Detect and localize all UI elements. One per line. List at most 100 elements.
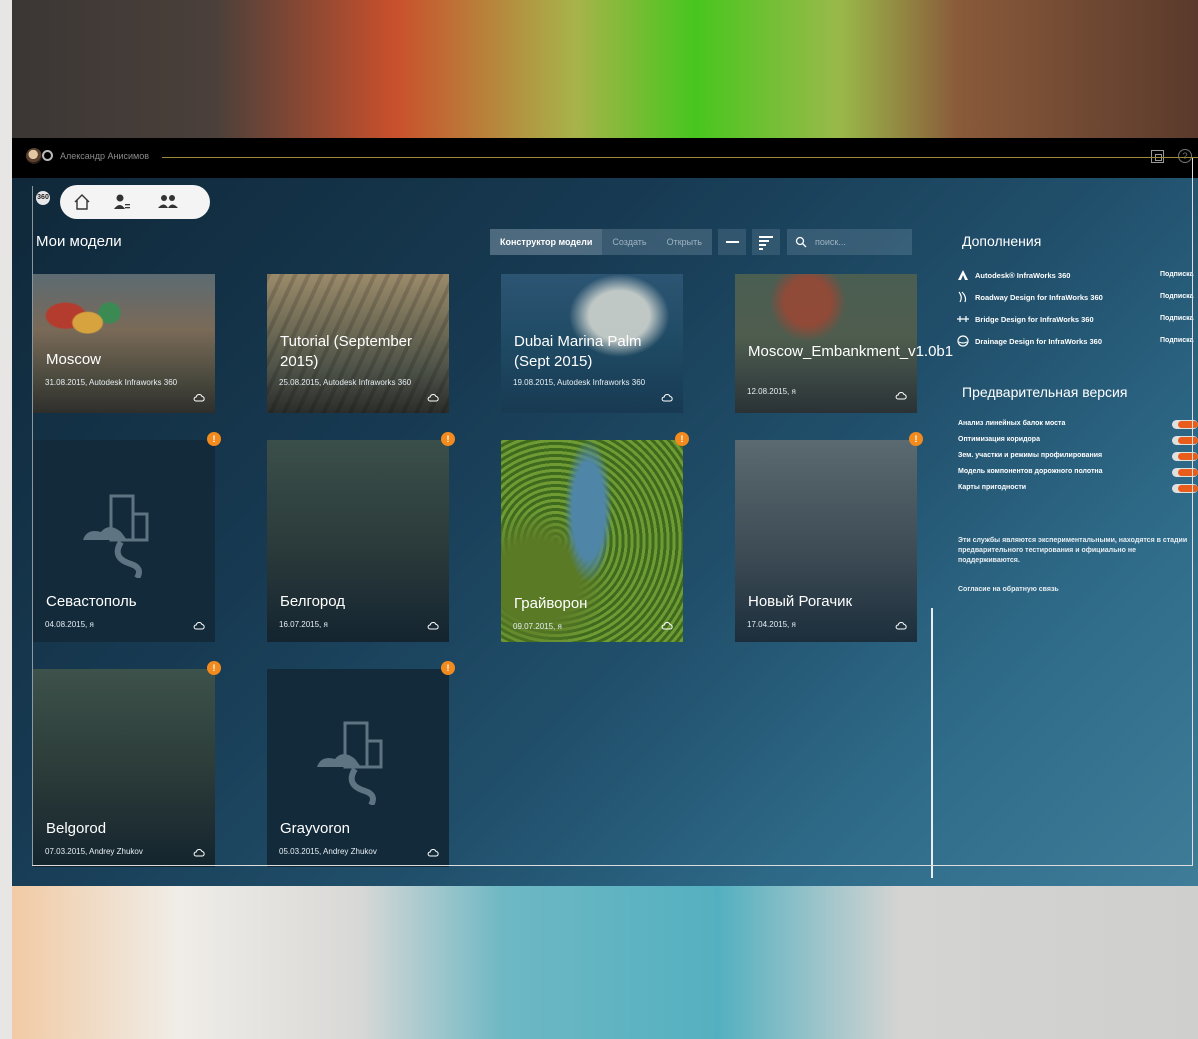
warning-badge[interactable]: !	[675, 432, 689, 446]
warning-badge[interactable]: !	[441, 432, 455, 446]
model-card-belgorod-ru[interactable]: Белгород 16.07.2015, я !	[267, 432, 455, 642]
selection-outline-right	[1192, 158, 1193, 866]
preview-toggle-corridor[interactable]	[1172, 436, 1198, 445]
search-input[interactable]: поиск...	[787, 229, 912, 255]
help-icon[interactable]: ?	[1178, 149, 1192, 163]
open-button[interactable]: Открыть	[656, 229, 712, 255]
preview-toggle-roadway-components[interactable]	[1172, 468, 1198, 477]
addon-label: Autodesk® InfraWorks 360	[975, 271, 1071, 280]
background-top	[0, 0, 1198, 140]
model-name: Tutorial (September 2015)	[280, 333, 412, 370]
model-card-novy-rogachik[interactable]: Новый Рогачик 17.04.2015, я !	[735, 432, 923, 642]
model-card-belgorod[interactable]: Belgorod 07.03.2015, Andrey Zhukov !	[33, 661, 221, 867]
model-meta: 16.07.2015, я	[279, 620, 328, 629]
drainage-icon	[957, 335, 969, 347]
model-name: Grayvoron	[280, 820, 351, 837]
user-settings-icon	[114, 194, 130, 209]
selection-outline-bottom	[32, 865, 1193, 866]
panel-divider	[931, 608, 933, 878]
warning-badge[interactable]: !	[207, 661, 221, 675]
preview-toggle-grading[interactable]	[1172, 452, 1198, 461]
infraworks-window: Александр Анисимов ? 360 Мои модели Конс…	[12, 138, 1198, 886]
model-meta: 31.08.2015, Autodesk Infraworks 360	[45, 378, 178, 387]
model-name: Moscow_Embankment_v1.0b1	[748, 343, 954, 360]
my-models-title: Мои модели	[36, 233, 122, 250]
preview-note: Эти службы являются экспериментальными, …	[958, 537, 1188, 564]
user-name[interactable]: Александр Анисимов	[60, 151, 149, 161]
model-name: Севастополь	[46, 593, 137, 610]
preview-item-corridor: Оптимизация коридора	[958, 436, 1040, 443]
road-icon	[958, 291, 967, 303]
warning-badge[interactable]: !	[441, 661, 455, 675]
model-meta: 09.07.2015, я	[513, 622, 562, 631]
preview-item-bridge-beams: Анализ линейных балок моста	[958, 420, 1066, 427]
team-button[interactable]	[156, 191, 180, 213]
bridge-icon	[957, 316, 969, 322]
preview-toggle-bridge-beams[interactable]	[1172, 420, 1198, 429]
model-toolbar: Конструктор модели Создать Открыть	[490, 229, 780, 255]
model-card-moscow[interactable]: Moscow 31.08.2015, Autodesk Infraworks 3…	[33, 274, 215, 413]
model-meta: 04.08.2015, я	[45, 620, 94, 629]
model-meta: 07.03.2015, Andrey Zhukov	[45, 847, 143, 856]
team-icon	[158, 195, 178, 208]
warning-badge[interactable]: !	[207, 432, 221, 446]
model-name: Dubai Marina Palm (Sept 2015)	[514, 333, 642, 370]
feedback-link[interactable]: Согласие на обратную связь	[958, 586, 1059, 593]
cloud-icon	[193, 621, 205, 630]
preview-item-suitability-maps: Карты пригодности	[958, 484, 1027, 491]
autodesk-logo-icon	[958, 270, 968, 280]
nav-bar	[60, 185, 210, 219]
addon-status: Подписка	[1160, 293, 1194, 300]
model-card-moscow-embankment[interactable]: Moscow_Embankment_v1.0b1 12.08.2015, я	[735, 274, 954, 413]
model-name: Moscow	[46, 351, 102, 368]
cloud-icon	[193, 848, 205, 857]
search-icon	[795, 236, 807, 248]
home-button[interactable]	[70, 191, 94, 213]
addon-status: Подписка	[1160, 337, 1194, 344]
model-meta: 25.08.2015, Autodesk Infraworks 360	[279, 378, 412, 387]
addons-title: Дополнения	[962, 233, 1042, 249]
model-card-grayvoron-ru[interactable]: Грайворон 09.07.2015, я !	[501, 432, 689, 642]
remove-button[interactable]	[717, 229, 746, 255]
avatar[interactable]	[26, 148, 42, 164]
model-meta: 17.04.2015, я	[747, 620, 796, 629]
user-status-icon	[42, 150, 53, 161]
warning-badge[interactable]: !	[909, 432, 923, 446]
profile-button[interactable]	[110, 191, 134, 213]
preview-item-grading: Зем. участки и режимы профилирования	[958, 452, 1103, 459]
selection-outline-top	[162, 157, 1198, 158]
home-icon	[74, 194, 90, 210]
model-meta: 12.08.2015, я	[747, 387, 796, 396]
sort-icon	[758, 236, 773, 250]
model-name: Новый Рогачик	[748, 593, 853, 610]
city-placeholder-icon	[83, 494, 149, 578]
preview-title: Предварительная версия	[962, 384, 1128, 400]
preview-toggle-suitability-maps[interactable]	[1172, 484, 1198, 493]
model-meta: 05.03.2015, Andrey Zhukov	[279, 847, 377, 856]
addon-label: Drainage Design for InfraWorks 360	[975, 337, 1102, 346]
model-card-dubai[interactable]: Dubai Marina Palm (Sept 2015) 19.08.2015…	[501, 274, 683, 413]
app-badge[interactable]: 360	[36, 191, 50, 205]
create-button[interactable]: Создать	[602, 229, 657, 255]
model-meta: 19.08.2015, Autodesk Infraworks 360	[513, 378, 646, 387]
selection-outline-left	[32, 186, 33, 866]
background-left-edge	[0, 0, 12, 1039]
model-name: Belgorod	[46, 820, 107, 837]
cloud-icon	[895, 391, 907, 400]
city-placeholder-icon	[317, 721, 383, 805]
model-builder-button[interactable]: Конструктор модели	[490, 229, 603, 255]
model-thumbnail	[33, 274, 215, 413]
title-bar: Александр Анисимов ?	[12, 138, 1198, 178]
model-card-tutorial[interactable]: Tutorial (September 2015) 25.08.2015, Au…	[267, 274, 449, 413]
background-bottom	[0, 880, 1198, 1039]
cloud-icon	[427, 621, 439, 630]
cloud-icon	[193, 393, 205, 402]
addon-status: Подписка	[1160, 315, 1194, 322]
cloud-icon	[661, 621, 673, 630]
preview-item-roadway-components: Модель компонентов дорожного полотна	[958, 468, 1103, 475]
model-card-grayvoron[interactable]: Grayvoron 05.03.2015, Andrey Zhukov !	[267, 661, 455, 867]
search-placeholder: поиск...	[815, 237, 846, 247]
cloud-icon	[427, 393, 439, 402]
model-card-sevastopol[interactable]: Севастополь 04.08.2015, я !	[33, 432, 221, 642]
sort-button[interactable]	[751, 229, 780, 255]
